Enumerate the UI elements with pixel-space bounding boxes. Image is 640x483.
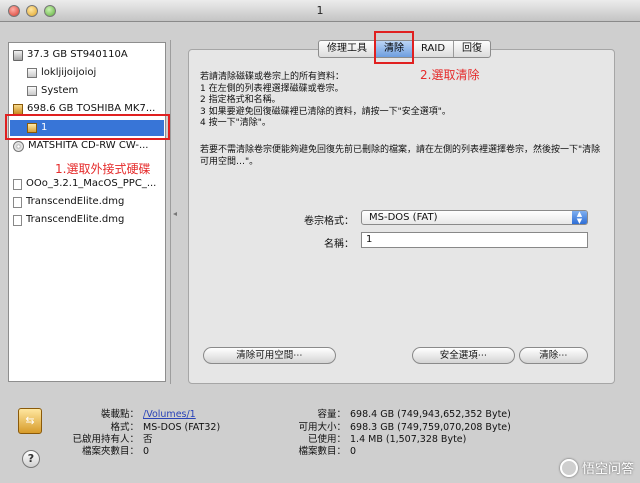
disk-list[interactable]: 37.3 GB ST940110A lokljijoijoioj System … xyxy=(8,42,166,382)
used-value: 1.4 MB (1,507,328 Byte) xyxy=(350,434,467,445)
annotation-step2: 2.選取清除 xyxy=(420,68,480,82)
sidebar-item-volume[interactable]: System xyxy=(27,83,163,99)
title-bar: 1 xyxy=(0,0,640,22)
sidebar-item-volume[interactable]: lokljijoijoioj xyxy=(27,65,163,81)
sidebar-item-label: TranscendElite.dmg xyxy=(26,196,125,207)
format-label: 卷宗格式： xyxy=(304,216,354,227)
annotation-box-step1 xyxy=(5,114,170,140)
mount-point-link[interactable]: /Volumes/1 xyxy=(143,408,196,421)
instruction-line: 3 如果要避免回復磁碟裡已清除的資料，請按一下"安全選項"。 xyxy=(200,106,451,117)
window-title: 1 xyxy=(316,4,324,17)
disk-image-icon xyxy=(13,196,22,208)
sidebar-item-drive[interactable]: 37.3 GB ST940110A xyxy=(13,47,163,63)
usb-drive-icon: ⇆ xyxy=(18,408,42,434)
name-label: 名稱： xyxy=(324,239,354,250)
annotation-step1: 1.選取外接式硬碟 xyxy=(55,162,151,176)
format-select-value: MS-DOS (FAT) xyxy=(369,212,438,223)
mount-point-label: 裝載點： xyxy=(100,409,139,420)
capacity-label: 容量： xyxy=(317,409,346,420)
optical-disc-icon xyxy=(13,140,24,152)
files-value: 0 xyxy=(350,446,357,457)
volume-icon xyxy=(27,68,37,78)
instruction-line: 4 按一下"清除"。 xyxy=(200,118,271,128)
sidebar-item-label: MATSHITA CD-RW CW-... xyxy=(28,140,149,151)
instruction-line: 若請清除磁碟或卷宗上的所有資料： xyxy=(200,72,345,82)
capacity-value: 698.4 GB (749,943,652,352 Byte) xyxy=(350,409,511,420)
tab-first-aid[interactable]: 修理工具 xyxy=(319,41,376,57)
sidebar-item-label: TranscendElite.dmg xyxy=(26,214,125,225)
format-select[interactable]: MS-DOS (FAT) ▲ ▼ xyxy=(361,210,588,225)
erase-instructions: 若請清除磁碟或卷宗上的所有資料： 1 在左側的列表裡選擇磁碟或卷宗。 2 指定格… xyxy=(200,72,610,130)
erase-button[interactable]: 清除⋯ xyxy=(519,347,588,364)
sidebar-item-optical[interactable]: MATSHITA CD-RW CW-... xyxy=(13,138,163,154)
watermark: 悟空问答 xyxy=(559,458,634,477)
updown-arrows-icon: ▲ ▼ xyxy=(572,211,587,225)
sidebar-item-label: System xyxy=(41,85,79,96)
files-label: 檔案數目： xyxy=(298,446,346,457)
folders-value: 0 xyxy=(143,446,150,457)
folders-label: 檔案夾數目： xyxy=(81,446,139,457)
tab-restore[interactable]: 回復 xyxy=(454,41,490,57)
split-grip-icon[interactable] xyxy=(173,212,177,216)
sidebar-item-disk-image[interactable]: TranscendElite.dmg xyxy=(13,212,163,228)
erase-free-space-note: 若要不需清除卷宗便能夠避免回復先前已刪除的檔案，請在左側的列表裡選擇卷宗，然後按… xyxy=(200,145,601,167)
instruction-line: 2 指定格式和名稱。 xyxy=(200,95,281,105)
sidebar-item-disk-image[interactable]: TranscendElite.dmg xyxy=(13,194,163,210)
name-input[interactable]: 1 xyxy=(361,232,588,248)
help-button[interactable]: ? xyxy=(22,450,40,468)
watermark-logo-icon xyxy=(559,458,578,477)
watermark-text: 悟空问答 xyxy=(581,462,634,477)
sidebar-item-disk-image[interactable]: OOo_3.2.1_MacOS_PPC_... xyxy=(13,176,163,192)
sidebar-item-label: lokljijoijoioj xyxy=(41,67,97,78)
tab-raid[interactable]: RAID xyxy=(413,41,455,57)
split-divider[interactable] xyxy=(170,40,171,384)
instruction-line: 1 在左側的列表裡選擇磁碟或卷宗。 xyxy=(200,83,344,94)
hard-drive-icon xyxy=(13,49,23,61)
volume-icon xyxy=(27,86,37,96)
sidebar-item-label: 37.3 GB ST940110A xyxy=(27,49,128,60)
erase-free-space-button[interactable]: 清除可用空間⋯ xyxy=(203,347,336,364)
security-options-button[interactable]: 安全選項⋯ xyxy=(412,347,515,364)
disk-image-icon xyxy=(13,214,22,226)
format-info-value: MS-DOS (FAT32) xyxy=(143,422,221,433)
disk-image-icon xyxy=(13,178,22,190)
annotation-box-step2 xyxy=(374,31,414,64)
external-drive-icon xyxy=(13,103,23,115)
sidebar-item-label: OOo_3.2.1_MacOS_PPC_... xyxy=(26,178,157,189)
